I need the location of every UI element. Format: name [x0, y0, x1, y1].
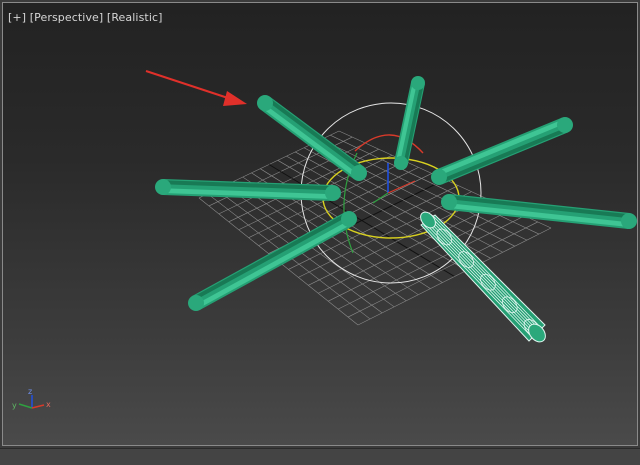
3dsmax-app: [+] [Perspective] [Realistic] z y x	[0, 0, 640, 465]
cylinder-cap	[411, 76, 425, 90]
cylinder-cap	[557, 117, 573, 133]
cylinder-shadow	[266, 97, 364, 171]
status-strip	[0, 448, 640, 465]
cylinder-cap	[394, 156, 408, 170]
perspective-viewport[interactable]: [+] [Perspective] [Realistic] z y x	[2, 2, 638, 446]
cylinder-highlight	[436, 119, 565, 176]
cylinders[interactable]	[155, 76, 637, 311]
axis-tripod: z y x	[12, 387, 51, 410]
wireframe-edge	[430, 216, 541, 331]
gizmo-axis-x[interactable]	[387, 180, 416, 194]
cylinder-highlight	[196, 220, 352, 309]
cylinder-cap	[431, 169, 447, 185]
cylinder-cap	[257, 95, 273, 111]
cylinder-shadow	[440, 127, 568, 184]
scene-canvas[interactable]: z y x	[3, 3, 638, 446]
cylinder-cap	[621, 213, 637, 229]
axis-x-label: x	[46, 400, 51, 409]
annotation-arrow	[145, 70, 247, 106]
wireframe-edge	[429, 218, 539, 332]
cylinder-cap	[155, 179, 171, 195]
cylinder-cap	[351, 165, 367, 181]
cylinder-cap	[441, 194, 457, 210]
axis-y-label: y	[12, 401, 17, 410]
cylinder-cap	[188, 295, 204, 311]
axis-z-label: z	[28, 387, 32, 396]
cylinder-cap	[341, 211, 357, 227]
cylinder-cap	[325, 185, 341, 201]
